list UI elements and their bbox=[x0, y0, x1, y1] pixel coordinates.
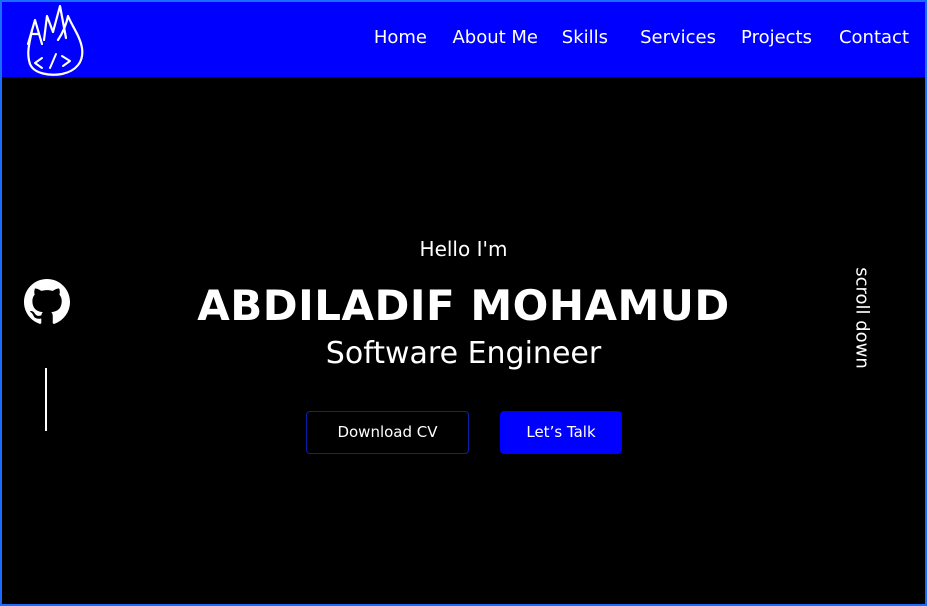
am-code-logo-icon[interactable] bbox=[22, 4, 86, 76]
github-icon[interactable] bbox=[24, 279, 70, 325]
lets-talk-button[interactable]: Let’s Talk bbox=[500, 411, 622, 454]
social-divider-line bbox=[45, 368, 47, 431]
download-cv-button[interactable]: Download CV bbox=[306, 411, 469, 454]
navbar: Home About Me Skills Services Projects C… bbox=[2, 2, 925, 77]
nav-link-about-me[interactable]: About Me bbox=[452, 27, 538, 49]
hero-name: ABDILADIF MOHAMUD bbox=[197, 281, 730, 330]
nav-link-contact[interactable]: Contact bbox=[839, 27, 909, 49]
page-frame: Home About Me Skills Services Projects C… bbox=[0, 0, 927, 606]
scroll-down-label: scroll down bbox=[851, 267, 873, 369]
hero-role: Software Engineer bbox=[325, 336, 602, 371]
nav-link-skills[interactable]: Skills bbox=[562, 27, 608, 49]
hero-greeting: Hello I'm bbox=[419, 237, 508, 261]
nav-link-services[interactable]: Services bbox=[640, 27, 716, 49]
nav-link-projects[interactable]: Projects bbox=[741, 27, 812, 49]
nav-link-home[interactable]: Home bbox=[374, 27, 427, 49]
